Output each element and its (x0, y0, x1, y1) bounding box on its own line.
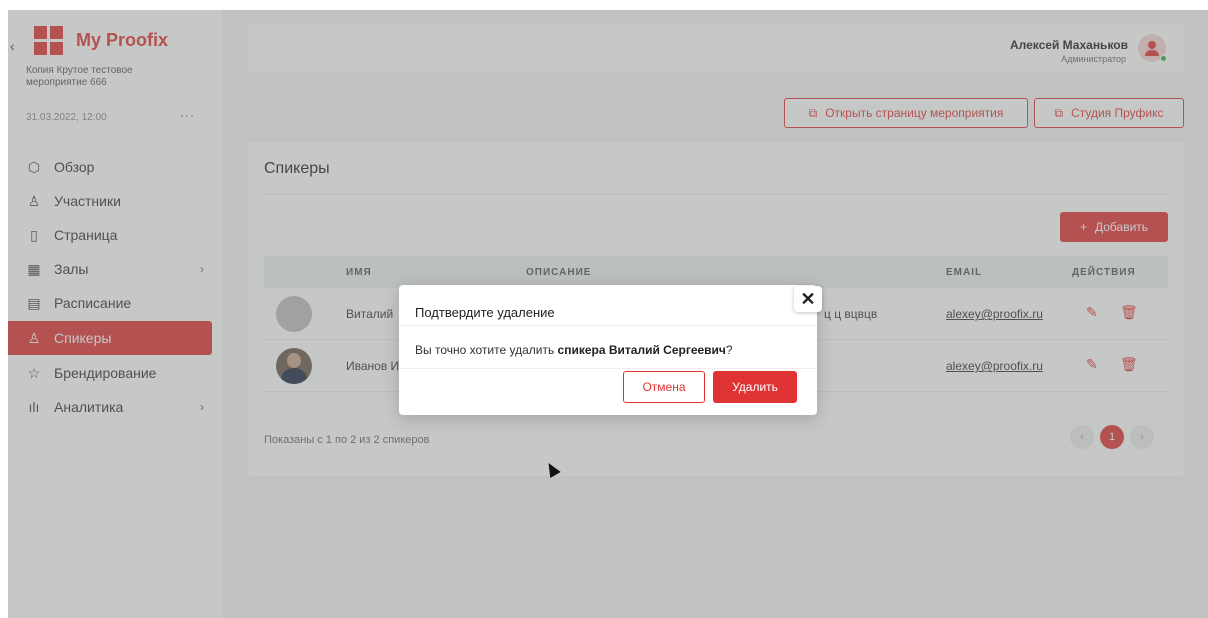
delete-button[interactable]: Удалить (713, 371, 797, 403)
confirm-delete-dialog: Подтвердите удаление Вы точно хотите уда… (399, 285, 817, 415)
app-frame: ‹ My Proofix Копия Крутое тестовое мероп… (8, 10, 1208, 618)
divider (399, 325, 817, 326)
dialog-title: Подтвердите удаление (415, 305, 555, 320)
dialog-message: Вы точно хотите удалить спикера Виталий … (415, 343, 733, 357)
divider (399, 368, 817, 369)
close-icon[interactable]: ✕ (794, 286, 822, 312)
cancel-button[interactable]: Отмена (623, 371, 705, 403)
